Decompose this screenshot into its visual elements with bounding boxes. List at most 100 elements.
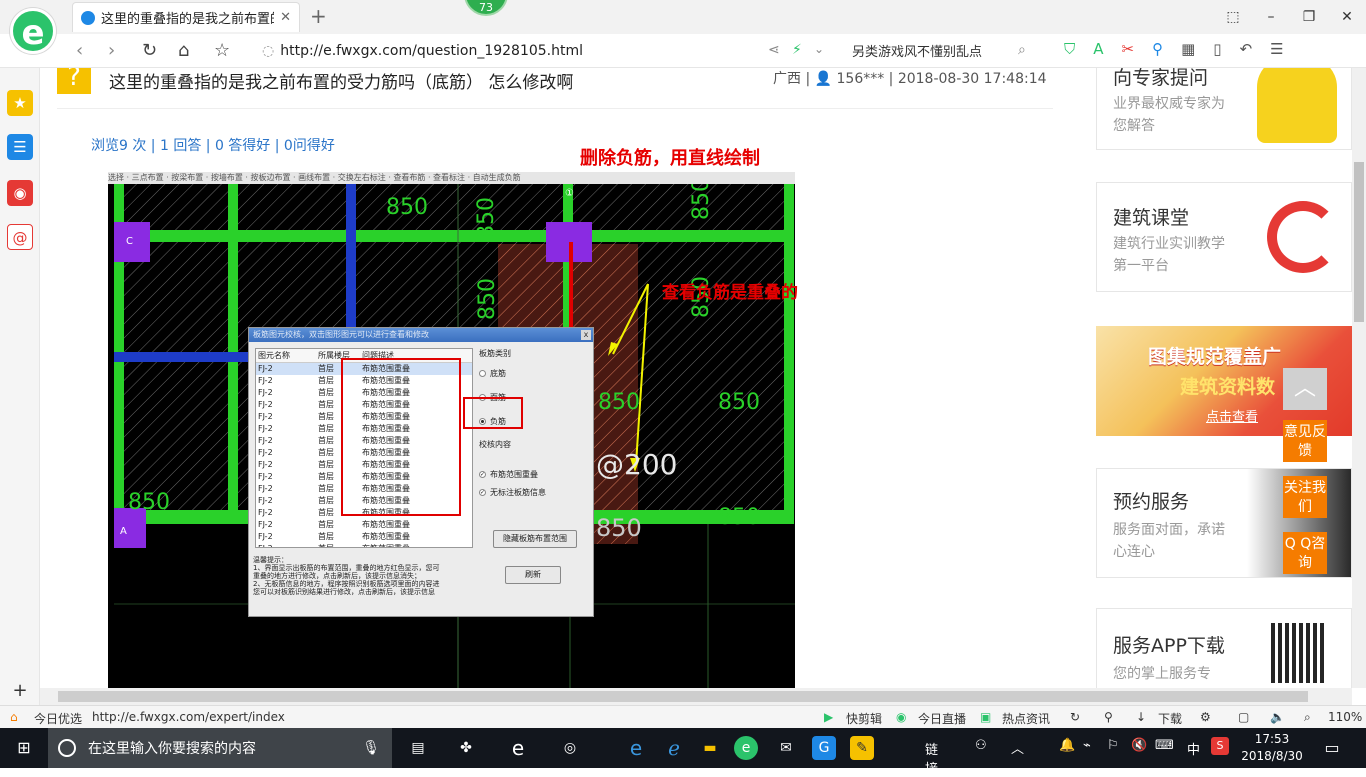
notepad-icon[interactable]: ✎: [850, 736, 874, 760]
window-icon[interactable]: ▢: [1238, 710, 1249, 724]
taskbar-clock[interactable]: 17:53 2018/8/30: [1238, 731, 1306, 765]
address-bar[interactable]: ◌ http://e.fwxgx.com/question_1928105.ht…: [262, 39, 762, 63]
restore-button[interactable]: ❐: [1290, 0, 1328, 34]
undo-icon[interactable]: ↶: [1240, 40, 1253, 58]
hot-news[interactable]: 热点资讯: [1002, 710, 1050, 727]
notification-badge[interactable]: 73: [464, 0, 508, 16]
scroll-thumb[interactable]: [58, 691, 1308, 702]
back-to-top-button[interactable]: ︿: [1283, 368, 1327, 410]
banner-link[interactable]: 点击查看: [1206, 406, 1258, 425]
minimize-button[interactable]: –: [1252, 0, 1290, 34]
back-icon[interactable]: ‹: [76, 40, 83, 61]
check-range-overlap[interactable]: ✓ 布筋范围重叠: [479, 468, 589, 480]
chrome-like-icon[interactable]: ◎: [558, 736, 582, 760]
network-alt-icon[interactable]: ⚐: [1107, 738, 1119, 753]
folder-icon[interactable]: ▬: [698, 736, 722, 760]
magnifier-icon[interactable]: ⚲: [1152, 40, 1163, 58]
cad-screenshot[interactable]: 选择 · 三点布置 · 按梁布置 · 按墙布置 · 按板边布置 · 画线布置 ·…: [108, 172, 795, 688]
pin-icon[interactable]: ⚲: [1104, 710, 1113, 724]
downloads[interactable]: 下载: [1158, 710, 1182, 727]
browser-360-icon[interactable]: e: [734, 736, 758, 760]
taskbar-search[interactable]: 在这里输入你要搜索的内容 🎙: [48, 728, 392, 768]
apps-icon[interactable]: ▦: [1181, 40, 1195, 58]
app-download-card[interactable]: 服务APP下载 您的掌上服务专: [1096, 608, 1352, 688]
edge-blue-icon[interactable]: e: [624, 736, 648, 760]
today-live[interactable]: 今日直播: [918, 710, 966, 727]
browser-logo-icon[interactable]: e: [10, 8, 56, 54]
feedback-button[interactable]: 意见反馈: [1283, 420, 1327, 462]
chevron-down-icon[interactable]: ⌄: [814, 42, 824, 56]
favorites-icon[interactable]: ★: [7, 90, 33, 116]
search-icon[interactable]: ⌕: [1018, 42, 1026, 58]
reading-list-icon[interactable]: ☰: [7, 134, 33, 160]
table-row[interactable]: FJ-2首层布筋范围重叠: [256, 543, 472, 547]
people-icon[interactable]: ⚇: [975, 738, 987, 753]
home-icon[interactable]: ⌂: [178, 40, 189, 61]
building-class-card[interactable]: 建筑课堂 建筑行业实训教学第一平台: [1096, 182, 1352, 292]
tab-close-icon[interactable]: ✕: [280, 10, 291, 25]
new-tab-button[interactable]: +: [310, 4, 327, 28]
qq-consult-button[interactable]: Q Q咨询: [1283, 532, 1327, 574]
menu-icon[interactable]: ☰: [1270, 40, 1283, 58]
mail-app-icon[interactable]: ✉: [774, 736, 798, 760]
shield-icon[interactable]: ⛉: [1064, 40, 1075, 58]
sogou-icon[interactable]: S: [1211, 737, 1229, 755]
table-row[interactable]: FJ-2首层布筋范围重叠: [256, 519, 472, 531]
tray-link[interactable]: 链接: [925, 739, 938, 777]
volume-muted-icon[interactable]: 🔇: [1131, 738, 1147, 753]
add-icon[interactable]: +: [7, 678, 33, 704]
edge-icon[interactable]: e: [506, 736, 530, 760]
dialog-close-button[interactable]: x: [581, 330, 591, 340]
share-icon[interactable]: ⋖: [768, 42, 780, 58]
search-suggestion[interactable]: 另类游戏风不懂别乱点: [852, 41, 982, 60]
mobile-icon[interactable]: ▯: [1213, 40, 1221, 58]
bookmark-star-icon[interactable]: ☆: [214, 40, 230, 61]
windows-start-icon[interactable]: ⊞: [12, 736, 36, 760]
follow-us-button[interactable]: 关注我们: [1283, 476, 1327, 518]
clock-time: 17:53: [1254, 732, 1290, 746]
gift-icon[interactable]: ⌂: [10, 710, 18, 724]
column-header[interactable]: 图元名称: [256, 349, 312, 362]
check-no-label[interactable]: ✓ 无标注板筋信息: [479, 486, 589, 498]
forward-icon[interactable]: ›: [108, 40, 115, 61]
network-icon[interactable]: ⌁: [1083, 738, 1091, 753]
weibo-icon[interactable]: ◉: [7, 180, 33, 206]
vertical-scrollbar[interactable]: [1352, 68, 1366, 688]
lightning-icon[interactable]: ⚡: [792, 42, 802, 58]
bell-icon[interactable]: 🔔: [1059, 738, 1075, 753]
chevron-up-icon[interactable]: ︿: [1011, 738, 1024, 757]
table-row[interactable]: FJ-2首层布筋范围重叠: [256, 531, 472, 543]
hide-range-button[interactable]: 隐藏板筋布置范围: [493, 530, 577, 548]
question-stats[interactable]: 浏览9 次 | 1 回答 | 0 答得好 | 0问得好: [91, 135, 335, 155]
download-icon[interactable]: ↓: [1136, 710, 1146, 724]
radio-bottom-rebar[interactable]: 底筋: [479, 367, 589, 379]
refresh-button[interactable]: 刷新: [505, 566, 561, 584]
refresh-icon[interactable]: ↻: [142, 40, 157, 61]
ie-icon[interactable]: ℯ: [662, 736, 686, 760]
ime-indicator[interactable]: 中: [1187, 739, 1200, 758]
today-pick[interactable]: 今日优选: [34, 710, 82, 727]
fan-app-icon[interactable]: ✤: [454, 736, 478, 760]
microphone-icon[interactable]: 🎙: [362, 740, 380, 756]
zoom-level[interactable]: 110%: [1328, 710, 1362, 724]
scissors-icon[interactable]: ✂: [1122, 40, 1135, 58]
zoom-icon[interactable]: ⌕: [1304, 710, 1311, 725]
ask-expert-card[interactable]: 向专家提问 业界最权威专家为您解答: [1096, 68, 1352, 150]
action-center-icon[interactable]: ▭: [1320, 736, 1344, 760]
horizontal-scrollbar[interactable]: [40, 688, 1352, 705]
quick-edit[interactable]: 快剪辑: [846, 710, 882, 727]
translate-icon[interactable]: A: [1093, 40, 1103, 58]
settings-icon[interactable]: ⚙: [1200, 710, 1211, 724]
skin-button[interactable]: ⬚: [1214, 0, 1252, 34]
glodon-icon[interactable]: G: [812, 736, 836, 760]
keyboard-icon[interactable]: ⌨: [1155, 738, 1174, 753]
sound-icon[interactable]: 🔈: [1270, 710, 1285, 724]
mail-icon[interactable]: @: [7, 224, 33, 250]
task-view-icon[interactable]: ▤: [406, 736, 430, 760]
scroll-thumb[interactable]: [1354, 162, 1364, 322]
refresh-icon[interactable]: ↻: [1070, 710, 1080, 724]
close-window-button[interactable]: ✕: [1328, 0, 1366, 34]
browser-tab[interactable]: 这里的重叠指的是我之前布置的受力筋吗（底筋） ✕: [72, 2, 300, 32]
dim-label: 850: [474, 197, 499, 239]
globe-icon: ◌: [262, 43, 275, 59]
